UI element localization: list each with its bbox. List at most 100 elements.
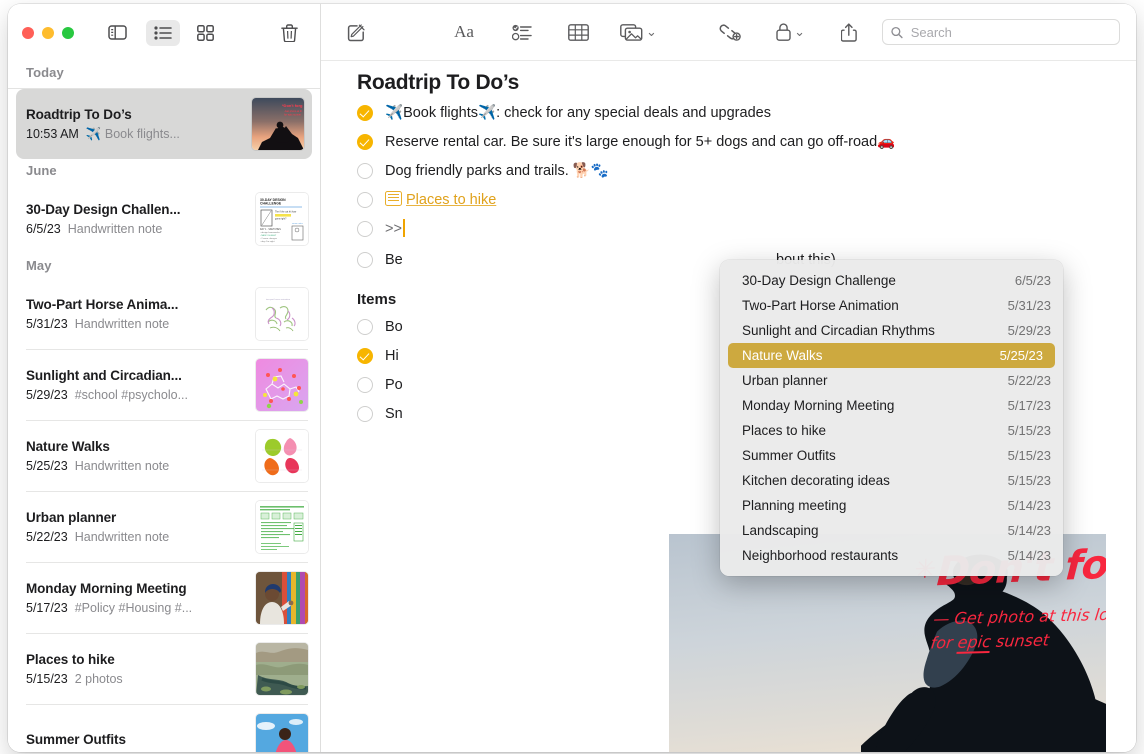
popup-list-item[interactable]: Kitchen decorating ideas 5/15/23 bbox=[720, 468, 1063, 493]
note-subtitle: 5/25/23 Handwritten note bbox=[26, 457, 248, 475]
popup-item-date: 5/15/23 bbox=[1008, 473, 1051, 488]
popup-list-item[interactable]: Planning meeting 5/14/23 bbox=[720, 493, 1063, 518]
note-link[interactable]: Places to hike bbox=[406, 192, 496, 208]
popup-list-item[interactable]: Monday Morning Meeting 5/17/23 bbox=[720, 393, 1063, 418]
checkbox-unchecked[interactable] bbox=[357, 377, 373, 393]
checkbox-unchecked[interactable] bbox=[357, 252, 373, 268]
popup-list-item[interactable]: Nature Walks 5/25/23 bbox=[728, 343, 1055, 368]
checkbox-checked[interactable] bbox=[357, 348, 373, 364]
checklist-text-partial: Bo bbox=[385, 316, 403, 338]
note-thumbnail bbox=[256, 714, 308, 752]
gallery-view-icon[interactable] bbox=[188, 20, 222, 46]
zoom-button[interactable] bbox=[62, 27, 74, 39]
checkbox-checked[interactable] bbox=[357, 105, 373, 121]
format-icon[interactable]: Aa bbox=[447, 18, 481, 46]
popup-item-date: 5/29/23 bbox=[1008, 323, 1051, 338]
checkbox-unchecked[interactable] bbox=[357, 319, 373, 335]
checkbox-checked[interactable] bbox=[357, 134, 373, 150]
list-item[interactable]: 30-Day Design Challen... 6/5/23 Handwrit… bbox=[8, 184, 320, 254]
note-title: Two-Part Horse Anima... bbox=[26, 296, 248, 314]
list-item[interactable]: Places to hike 5/15/23 2 photos bbox=[8, 634, 320, 704]
note-subtitle: 5/15/23 2 photos bbox=[26, 670, 248, 688]
link-icon[interactable] bbox=[713, 18, 747, 46]
list-view-icon[interactable] bbox=[146, 20, 180, 46]
note-thumbnail bbox=[256, 359, 308, 411]
checklist-item[interactable]: Reserve rental car. Be sure it's large e… bbox=[321, 131, 1136, 153]
list-item[interactable]: Urban planner 5/22/23 Handwritten note bbox=[8, 492, 320, 562]
checklist-icon[interactable] bbox=[505, 18, 539, 46]
list-item[interactable]: Two-Part Horse Anima... 5/31/23 Handwrit… bbox=[8, 279, 320, 349]
media-chevron-down-icon[interactable]: ⌄ bbox=[646, 28, 657, 36]
note-title: Places to hike bbox=[26, 651, 248, 669]
svg-text:*Don't forg: *Don't forg bbox=[282, 103, 303, 108]
popup-list-item[interactable]: Urban planner 5/22/23 bbox=[720, 368, 1063, 393]
svg-text:The if the cat hit how: The if the cat hit how bbox=[275, 211, 297, 214]
lock-icon[interactable]: ⌄ bbox=[773, 18, 808, 46]
note-subtitle: 5/17/23 #Policy #Housing #... bbox=[26, 599, 248, 617]
popup-list-item[interactable]: Landscaping 5/14/23 bbox=[720, 518, 1063, 543]
checkbox-unchecked[interactable] bbox=[357, 406, 373, 422]
checkbox-unchecked[interactable] bbox=[357, 192, 373, 208]
popup-list-item[interactable]: Summer Outfits 5/15/23 bbox=[720, 443, 1063, 468]
toggle-sidebar-icon[interactable] bbox=[100, 20, 134, 46]
checklist-item[interactable]: Places to hike bbox=[321, 189, 1136, 211]
note-title: Roadtrip To Do’s bbox=[26, 106, 244, 124]
note-link-suggestion-popup[interactable]: 30-Day Design Challenge 6/5/23 Two-Part … bbox=[720, 260, 1063, 576]
note-date: 5/17/23 bbox=[26, 599, 68, 617]
svg-text:-Get photo at th: -Get photo at th bbox=[284, 109, 303, 113]
note-snippet: Handwritten note bbox=[68, 220, 163, 238]
checklist-text: Reserve rental car. Be sure it's large e… bbox=[385, 134, 877, 150]
delete-icon[interactable] bbox=[272, 20, 306, 46]
note-subtitle: 6/5/23 Handwritten note bbox=[26, 220, 248, 238]
checklist-item[interactable]: ✈️Book flights✈️: check for any special … bbox=[321, 102, 1136, 124]
popup-item-name: Summer Outfits bbox=[742, 448, 1008, 463]
note-title: 30-Day Design Challen... bbox=[26, 201, 248, 219]
minimize-button[interactable] bbox=[42, 27, 54, 39]
traffic-light-buttons[interactable] bbox=[22, 27, 74, 39]
svg-text:- design frameworks: - design frameworks bbox=[260, 231, 281, 234]
svg-text:- day 4 to night: - day 4 to night bbox=[260, 240, 275, 243]
popup-list-item[interactable]: 30-Day Design Challenge 6/5/23 bbox=[720, 268, 1063, 293]
note-title: Sunlight and Circadian... bbox=[26, 367, 248, 385]
list-item[interactable]: Sunlight and Circadian... 5/29/23 #schoo… bbox=[8, 350, 320, 420]
popup-list-item[interactable]: Places to hike 5/15/23 bbox=[720, 418, 1063, 443]
checklist-item[interactable]: Dog friendly parks and trails. 🐕🐾 bbox=[321, 160, 1136, 182]
handwriting-underlined-word: epic bbox=[956, 632, 992, 654]
list-item[interactable]: Roadtrip To Do’s 10:53 AM ✈️ Book flight… bbox=[16, 89, 312, 159]
checklist-item-active[interactable]: >> bbox=[321, 218, 1136, 240]
svg-text:goes right?: goes right? bbox=[275, 217, 287, 220]
popup-item-name: Places to hike bbox=[742, 423, 1008, 438]
note-editor-pane: Aa bbox=[321, 4, 1136, 752]
popup-item-date: 5/25/23 bbox=[1000, 348, 1043, 363]
popup-item-date: 5/31/23 bbox=[1008, 298, 1051, 313]
compose-icon[interactable] bbox=[339, 18, 373, 46]
list-item[interactable]: Monday Morning Meeting 5/17/23 #Policy #… bbox=[8, 563, 320, 633]
thumb-design-challenge: 30-DAY DESIGN CHALLENGE The if the cat h… bbox=[256, 193, 308, 245]
emoji-airplane: ✈️ bbox=[478, 105, 496, 121]
svg-text:- NEW / SLIGHT: - NEW / SLIGHT bbox=[260, 235, 277, 237]
search-field[interactable] bbox=[882, 19, 1120, 45]
checklist-text-suffix: : check for any special deals and upgrad… bbox=[496, 105, 771, 121]
close-button[interactable] bbox=[22, 27, 34, 39]
note-date: 10:53 AM bbox=[26, 125, 79, 143]
search-input[interactable] bbox=[909, 24, 1111, 41]
thumb-person-painting bbox=[256, 572, 308, 624]
checkbox-unchecked[interactable] bbox=[357, 163, 373, 179]
popup-list-item[interactable]: Neighborhood restaurants 5/14/23 bbox=[720, 543, 1063, 568]
table-icon[interactable] bbox=[561, 18, 595, 46]
popup-item-name: Landscaping bbox=[742, 523, 1008, 538]
sidebar-toolbar bbox=[8, 4, 320, 61]
notes-list[interactable]: Today Roadtrip To Do’s 10:53 AM ✈️ Book … bbox=[8, 61, 320, 752]
thumb-molecule bbox=[256, 359, 308, 411]
lock-chevron-down-icon[interactable]: ⌄ bbox=[794, 28, 805, 36]
popup-list-item[interactable]: Sunlight and Circadian Rhythms 5/29/23 bbox=[720, 318, 1063, 343]
list-item[interactable]: Summer Outfits bbox=[8, 705, 320, 752]
share-icon[interactable] bbox=[832, 18, 866, 46]
popup-item-date: 5/14/23 bbox=[1008, 523, 1051, 538]
list-item[interactable]: Nature Walks 5/25/23 Handwritten note bbox=[8, 421, 320, 491]
note-date: 5/29/23 bbox=[26, 386, 68, 404]
checkbox-unchecked[interactable] bbox=[357, 221, 373, 237]
media-icon[interactable]: ⌄ bbox=[617, 18, 660, 46]
popup-list-item[interactable]: Two-Part Horse Animation 5/31/23 bbox=[720, 293, 1063, 318]
popup-item-name: Monday Morning Meeting bbox=[742, 398, 1008, 413]
